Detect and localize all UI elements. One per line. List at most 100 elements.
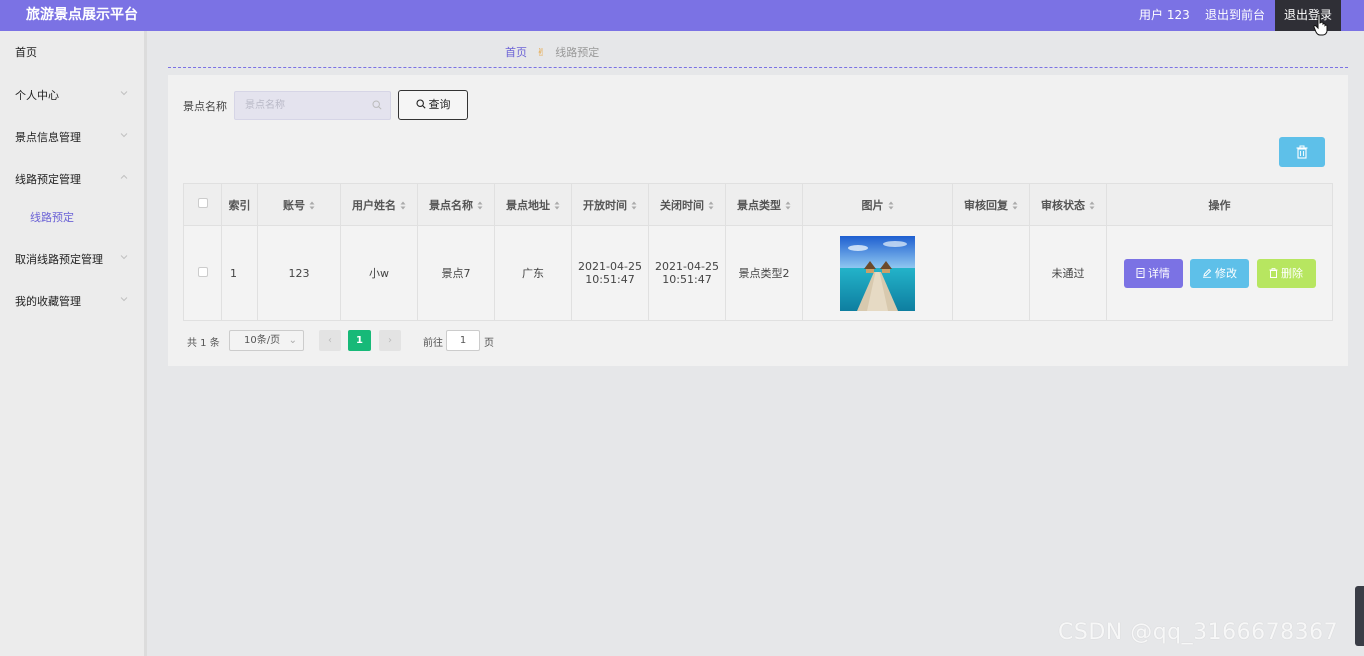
sidebar-item-cancel-booking[interactable]: 取消线路预定管理 (15, 251, 103, 267)
edit-button-label: 修改 (1215, 266, 1237, 280)
cell-actions: 详情 修改 删除 (1106, 225, 1333, 321)
column-header-label: 景点类型 (737, 198, 781, 212)
sidebar-item-favorites[interactable]: 我的收藏管理 (15, 293, 81, 309)
column-header[interactable]: 景点地址 (494, 183, 572, 226)
chevron-up-icon (120, 174, 128, 179)
column-header[interactable]: 景点名称 (417, 183, 495, 226)
detail-button[interactable]: 详情 (1123, 258, 1183, 288)
sort-icon[interactable] (785, 201, 791, 210)
column-header-label: 景点地址 (506, 198, 550, 212)
sort-icon[interactable] (477, 201, 483, 210)
column-header: 操作 (1106, 183, 1333, 226)
page-size-value: 10条/页 (244, 335, 281, 346)
page-number-current[interactable]: 1 (348, 330, 371, 351)
cell-image (802, 225, 953, 321)
trash-icon (1269, 267, 1278, 278)
goto-suffix: 页 (484, 338, 494, 349)
row-checkbox[interactable] (197, 266, 208, 277)
pencil-icon (1203, 268, 1212, 278)
trash-icon (1296, 145, 1308, 159)
sort-icon[interactable] (554, 201, 560, 210)
search-icon (372, 100, 382, 110)
column-header[interactable]: 开放时间 (571, 183, 649, 226)
chevron-down-icon (120, 297, 128, 302)
spot-thumbnail[interactable] (840, 235, 915, 311)
cell-index: 1 (221, 225, 258, 321)
hand-icon: ✌ (536, 46, 546, 59)
sort-icon[interactable] (631, 201, 637, 210)
close-date: 2021-04-25 (655, 260, 719, 273)
sort-icon[interactable] (888, 201, 894, 210)
column-header[interactable]: 图片 (802, 183, 953, 226)
delete-button[interactable]: 删除 (1256, 258, 1316, 288)
cell-status: 未通过 (1029, 225, 1107, 321)
next-page-button[interactable]: › (379, 330, 401, 351)
app-title: 旅游景点展示平台 (26, 7, 138, 23)
column-header-label: 审核回复 (964, 198, 1008, 212)
column-header-label: 账号 (283, 198, 305, 212)
prev-page-button[interactable]: ‹ (319, 330, 341, 351)
breadcrumb-current: 线路预定 (555, 46, 600, 59)
column-header-label: 开放时间 (583, 198, 627, 212)
open-time: 10:51:47 (585, 273, 635, 286)
edit-button[interactable]: 修改 (1190, 258, 1249, 288)
sidebar-item-spot-info[interactable]: 景点信息管理 (15, 129, 81, 145)
logout-button[interactable]: 退出登录 (1275, 0, 1341, 31)
select-all-cell[interactable] (183, 183, 222, 226)
goto-page-input[interactable]: 1 (446, 330, 480, 351)
column-header[interactable]: 审核回复 (952, 183, 1030, 226)
sidebar: 首页 个人中心 景点信息管理 线路预定管理 线路预定 取消线路预定管理 我的收藏… (0, 31, 147, 656)
search-icon (415, 99, 426, 109)
column-header-label: 审核状态 (1041, 198, 1085, 212)
search-input[interactable] (235, 92, 355, 119)
chevron-right-icon: › (388, 335, 392, 346)
delete-button-label: 删除 (1281, 266, 1303, 280)
sidebar-item-route-booking[interactable]: 线路预定管理 (15, 171, 81, 187)
hand-cursor-icon (1313, 14, 1328, 36)
row-select-cell[interactable] (183, 225, 222, 321)
user-label: 用户 123 (1139, 8, 1190, 22)
watermark: CSDN @qq_3166678367 (1058, 620, 1339, 645)
sidebar-item-personal-center[interactable]: 个人中心 (15, 87, 59, 103)
breadcrumb: 首页 ✌ 线路预定 (505, 44, 599, 60)
chevron-left-icon: ‹ (328, 335, 332, 346)
goto-label: 前往 (423, 338, 443, 349)
cell-spot-type: 景点类型2 (725, 225, 803, 321)
sort-icon[interactable] (1012, 201, 1018, 210)
column-header[interactable]: 关闭时间 (648, 183, 726, 226)
exit-to-front-link[interactable]: 退出到前台 (1205, 0, 1265, 31)
sort-icon[interactable] (400, 201, 406, 210)
chevron-down-icon (120, 133, 128, 138)
sidebar-item-home[interactable]: 首页 (15, 44, 37, 60)
sort-icon[interactable] (309, 201, 315, 210)
side-widget-handle[interactable] (1355, 586, 1364, 646)
query-button[interactable]: 查询 (398, 90, 468, 120)
page-size-select[interactable]: 10条/页 ⌄ (229, 330, 304, 351)
cell-reply (952, 225, 1030, 321)
close-time: 10:51:47 (662, 273, 712, 286)
sort-icon[interactable] (708, 201, 714, 210)
column-header[interactable]: 用户姓名 (340, 183, 418, 226)
table-header-row: 索引 账号 用户姓名 景点名称 景点地址 开放时间 关闭时间 景点类型 图片 审… (183, 183, 1333, 226)
query-button-label: 查询 (428, 98, 451, 111)
column-header[interactable]: 审核状态 (1029, 183, 1107, 226)
column-header[interactable]: 账号 (257, 183, 341, 226)
select-all-checkbox[interactable] (197, 198, 208, 208)
cell-open-time: 2021-04-25 10:51:47 (571, 225, 649, 321)
batch-delete-button[interactable] (1279, 137, 1325, 167)
column-header[interactable]: 景点类型 (725, 183, 803, 226)
column-header-label: 景点名称 (429, 198, 473, 212)
cell-close-time: 2021-04-25 10:51:47 (648, 225, 726, 321)
breadcrumb-home[interactable]: 首页 (505, 46, 527, 59)
search-label: 景点名称 (183, 100, 227, 113)
sort-icon[interactable] (1089, 201, 1095, 210)
booking-table: 索引 账号 用户姓名 景点名称 景点地址 开放时间 关闭时间 景点类型 图片 审… (183, 183, 1333, 321)
sidebar-subitem-route-booking[interactable]: 线路预定 (30, 209, 74, 225)
column-header-label: 用户姓名 (352, 198, 396, 212)
detail-button-label: 详情 (1148, 266, 1170, 280)
column-header-label: 操作 (1208, 198, 1231, 212)
document-icon (1136, 267, 1145, 278)
cell-address: 广东 (494, 225, 572, 321)
table-row: 1 123 小w 景点7 广东 2021-04-25 10:51:47 2021-… (183, 225, 1333, 321)
search-field[interactable] (234, 91, 391, 120)
